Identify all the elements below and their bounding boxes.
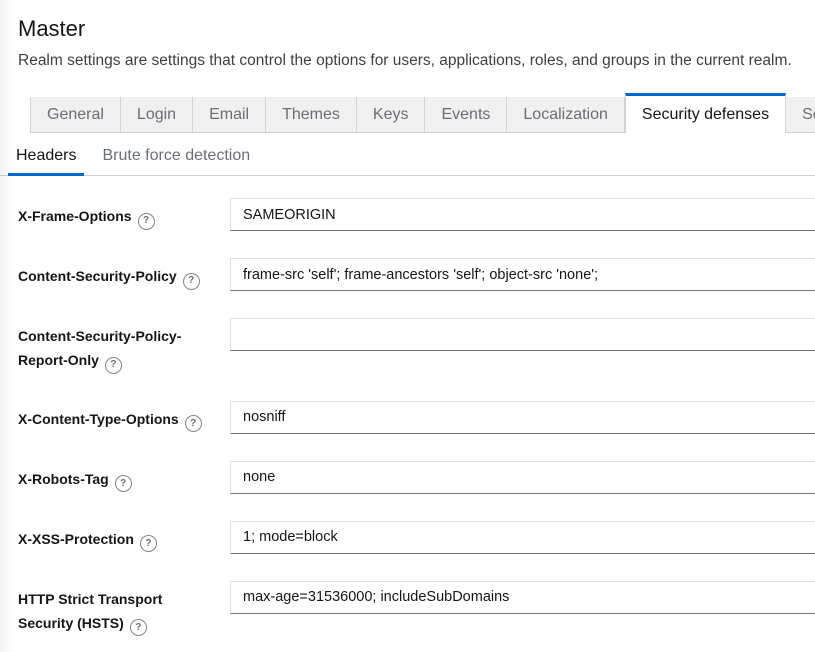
tab-label: General bbox=[47, 106, 104, 124]
tab-label: Sessions bbox=[802, 106, 815, 124]
content-security-policy-input[interactable] bbox=[230, 258, 815, 291]
x-content-type-options-input[interactable] bbox=[230, 401, 815, 434]
field-row-x-content-type-options: X-Content-Type-Options? bbox=[18, 401, 815, 434]
tab-label: Events bbox=[441, 106, 490, 124]
help-icon[interactable]: ? bbox=[115, 475, 132, 492]
tab-sessions[interactable]: Sessions bbox=[786, 97, 815, 133]
field-label-text: X-Frame-Options bbox=[18, 208, 132, 224]
field-label-text: Content-Security-Policy bbox=[18, 268, 177, 284]
subtab-brute-force-detection[interactable]: Brute force detection bbox=[94, 138, 258, 176]
help-icon[interactable]: ? bbox=[140, 535, 157, 552]
help-icon[interactable]: ? bbox=[183, 273, 200, 290]
field-row-csp-report-only: Content-Security-Policy-Report-Only? bbox=[18, 318, 815, 374]
x-content-type-options-label: X-Content-Type-Options? bbox=[18, 401, 230, 433]
page-title: Master bbox=[18, 14, 797, 44]
field-row-content-security-policy: Content-Security-Policy? bbox=[18, 258, 815, 291]
page-header: Master Realm settings are settings that … bbox=[0, 0, 815, 71]
field-row-x-xss-protection: X-XSS-Protection? bbox=[18, 521, 815, 554]
tab-label: Keys bbox=[373, 106, 409, 124]
tab-security-defenses[interactable]: Security defenses bbox=[625, 93, 786, 133]
x-xss-protection-input[interactable] bbox=[230, 521, 815, 554]
hsts-input[interactable] bbox=[230, 581, 815, 614]
field-row-hsts: HTTP Strict Transport Security (HSTS)? bbox=[18, 581, 815, 637]
tab-themes[interactable]: Themes bbox=[266, 97, 357, 133]
help-icon[interactable]: ? bbox=[185, 415, 202, 432]
subtab-label: Brute force detection bbox=[102, 147, 250, 164]
tab-label: Themes bbox=[282, 106, 340, 124]
field-input-cell bbox=[230, 461, 815, 494]
realm-settings-tabs: General Login Email Themes Keys Events L… bbox=[0, 93, 815, 133]
field-row-x-frame-options: X-Frame-Options? bbox=[18, 198, 815, 231]
tab-keys[interactable]: Keys bbox=[357, 97, 426, 133]
tab-email[interactable]: Email bbox=[193, 97, 266, 133]
content-security-policy-label: Content-Security-Policy? bbox=[18, 258, 230, 290]
headers-form: X-Frame-Options? Content-Security-Policy… bbox=[0, 176, 815, 636]
csp-report-only-label: Content-Security-Policy-Report-Only? bbox=[18, 318, 230, 374]
field-label-text: X-Robots-Tag bbox=[18, 471, 109, 487]
security-defenses-subtabs: Headers Brute force detection bbox=[0, 138, 815, 176]
field-input-cell bbox=[230, 401, 815, 434]
field-label-text: Content-Security-Policy-Report-Only bbox=[18, 328, 181, 368]
x-robots-tag-input[interactable] bbox=[230, 461, 815, 494]
x-frame-options-label: X-Frame-Options? bbox=[18, 198, 230, 230]
field-row-x-robots-tag: X-Robots-Tag? bbox=[18, 461, 815, 494]
tab-general[interactable]: General bbox=[30, 97, 121, 133]
hsts-label: HTTP Strict Transport Security (HSTS)? bbox=[18, 581, 230, 637]
field-input-cell bbox=[230, 258, 815, 291]
help-icon[interactable]: ? bbox=[105, 357, 122, 374]
x-xss-protection-label: X-XSS-Protection? bbox=[18, 521, 230, 553]
help-icon[interactable]: ? bbox=[130, 619, 147, 636]
field-input-cell bbox=[230, 581, 815, 614]
page-subtitle: Realm settings are settings that control… bbox=[18, 50, 797, 71]
help-icon[interactable]: ? bbox=[138, 213, 155, 230]
field-label-text: X-XSS-Protection bbox=[18, 531, 134, 547]
tab-localization[interactable]: Localization bbox=[507, 97, 625, 133]
tab-login[interactable]: Login bbox=[121, 97, 193, 133]
field-input-cell bbox=[230, 198, 815, 231]
tab-label: Security defenses bbox=[642, 106, 769, 124]
tab-events[interactable]: Events bbox=[425, 97, 507, 133]
tab-label: Email bbox=[209, 106, 249, 124]
csp-report-only-input[interactable] bbox=[230, 318, 815, 351]
subtab-headers[interactable]: Headers bbox=[8, 138, 84, 176]
field-input-cell bbox=[230, 521, 815, 554]
field-label-text: X-Content-Type-Options bbox=[18, 411, 179, 427]
tab-label: Login bbox=[137, 106, 176, 124]
field-input-cell bbox=[230, 318, 815, 351]
x-robots-tag-label: X-Robots-Tag? bbox=[18, 461, 230, 493]
tab-label: Localization bbox=[523, 106, 608, 124]
x-frame-options-input[interactable] bbox=[230, 198, 815, 231]
subtab-label: Headers bbox=[16, 147, 76, 164]
